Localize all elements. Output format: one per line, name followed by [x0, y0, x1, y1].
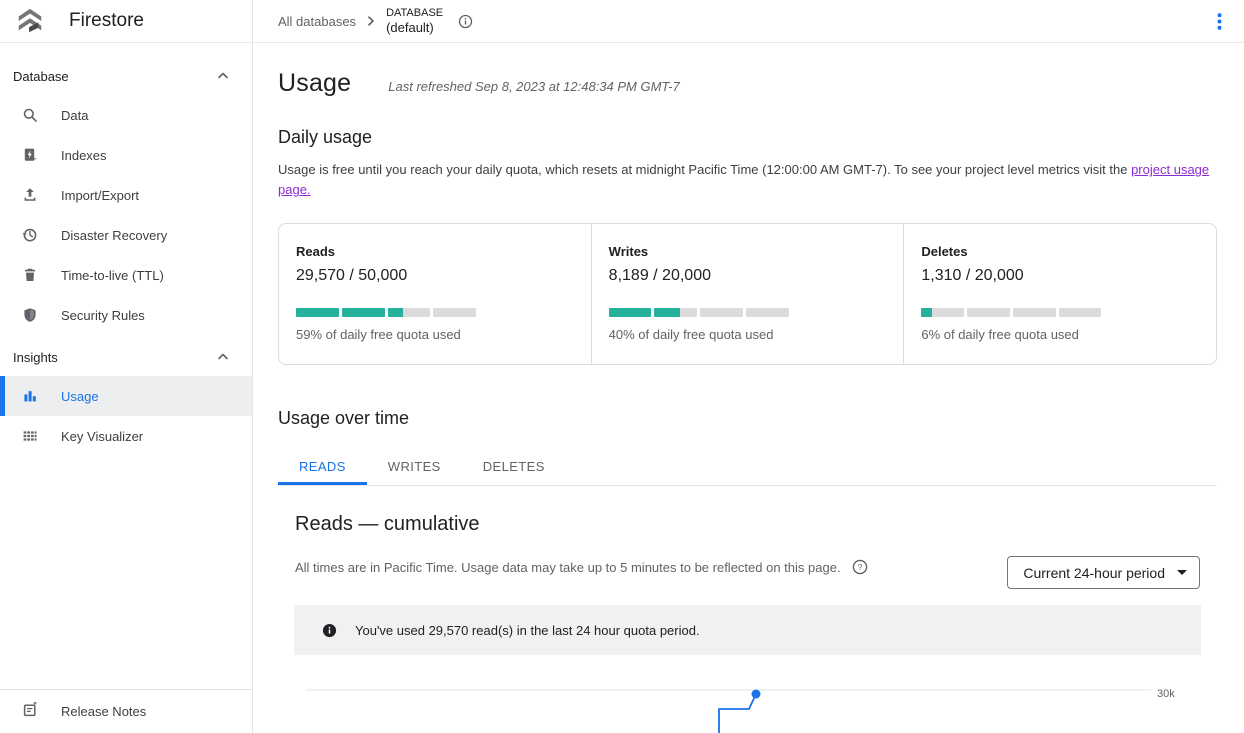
- quota-caption: 40% of daily free quota used: [609, 327, 888, 342]
- search-icon: [22, 107, 38, 123]
- quota-caption: 6% of daily free quota used: [921, 327, 1200, 342]
- usage-over-time-heading: Usage over time: [278, 408, 1217, 429]
- daily-usage-text: Usage is free until you reach your daily…: [278, 162, 1131, 177]
- sidebar-item-key-visualizer[interactable]: Key Visualizer: [0, 416, 252, 456]
- chart-title: Reads — cumulative: [295, 513, 1217, 536]
- sidebar-item-security-rules[interactable]: Security Rules: [0, 295, 252, 335]
- flash-document-icon: [22, 147, 38, 163]
- grid-icon: [22, 428, 38, 444]
- main-area: All databases DATABASE (default) Usage L…: [254, 0, 1244, 733]
- sidebar-item-label: Import/Export: [61, 188, 139, 203]
- firestore-logo-icon: [15, 6, 45, 36]
- sidebar-item-import-export[interactable]: Import/Export: [0, 175, 252, 215]
- sidebar-item-label: Key Visualizer: [61, 429, 143, 444]
- daily-usage-description: Usage is free until you reach your daily…: [278, 160, 1217, 200]
- dropdown-caret-icon: [1177, 570, 1187, 575]
- upload-icon: [22, 187, 38, 203]
- quota-col-writes: Writes 8,189 / 20,000 40% of daily free …: [591, 224, 904, 364]
- period-selector-dropdown[interactable]: Current 24-hour period: [1007, 556, 1200, 589]
- database-label: DATABASE: [386, 7, 443, 20]
- quota-col-reads: Reads 29,570 / 50,000 59% of daily free …: [279, 224, 591, 364]
- quota-col-deletes: Deletes 1,310 / 20,000 6% of daily free …: [903, 224, 1216, 364]
- breadcrumb-database[interactable]: DATABASE (default): [386, 7, 443, 36]
- daily-usage-heading: Daily usage: [278, 127, 1217, 148]
- sidebar-item-disaster-recovery[interactable]: Disaster Recovery: [0, 215, 252, 255]
- usage-tabs: READS WRITES DELETES: [278, 449, 1217, 486]
- section-label: Database: [13, 69, 69, 84]
- chevron-right-icon: [365, 15, 377, 27]
- sidebar: Firestore Database Data Indexes Import/: [0, 0, 253, 733]
- history-icon: [22, 227, 38, 243]
- help-icon[interactable]: ?: [852, 559, 868, 575]
- chevron-up-icon[interactable]: [216, 69, 230, 83]
- sidebar-item-data[interactable]: Data: [0, 95, 252, 135]
- info-filled-icon: [322, 623, 337, 638]
- reads-line: [719, 694, 756, 733]
- quota-value: 29,570 / 50,000: [296, 267, 575, 285]
- quota-progress-bar: [296, 308, 476, 317]
- quota-progress-bar: [609, 308, 789, 317]
- usage-page: Usage Last refreshed Sep 8, 2023 at 12:4…: [254, 69, 1217, 733]
- sidebar-item-label: Indexes: [61, 148, 107, 163]
- tab-reads[interactable]: READS: [278, 449, 367, 485]
- y-axis-label-30k: 30k: [1157, 688, 1175, 700]
- quota-value: 8,189 / 20,000: [609, 267, 888, 285]
- sidebar-item-label: Release Notes: [61, 704, 146, 719]
- sidebar-item-label: Security Rules: [61, 308, 145, 323]
- trash-icon: [22, 267, 38, 283]
- bar-chart-icon: [22, 388, 38, 404]
- shield-icon: [22, 307, 38, 323]
- period-selector-value: Current 24-hour period: [1023, 565, 1165, 581]
- reads-cumulative-chart: 30k: [278, 655, 1217, 733]
- sidebar-item-label: Usage: [61, 389, 99, 404]
- sidebar-item-usage[interactable]: Usage: [0, 376, 252, 416]
- tab-writes[interactable]: WRITES: [367, 449, 462, 485]
- banner-text: You've used 29,570 read(s) in the last 2…: [355, 623, 700, 638]
- sidebar-item-ttl[interactable]: Time-to-live (TTL): [0, 255, 252, 295]
- svg-text:?: ?: [857, 562, 862, 572]
- daily-quota-card: Reads 29,570 / 50,000 59% of daily free …: [278, 223, 1217, 365]
- last-refreshed-note: Last refreshed Sep 8, 2023 at 12:48:34 P…: [388, 79, 679, 94]
- sidebar-section-database[interactable]: Database: [0, 57, 252, 95]
- quota-title: Writes: [609, 244, 888, 259]
- time-note: All times are in Pacific Time. Usage dat…: [295, 560, 841, 575]
- breadcrumb-all-databases[interactable]: All databases: [278, 14, 356, 29]
- quota-progress-bar: [921, 308, 1101, 317]
- sidebar-item-label: Data: [61, 108, 88, 123]
- chevron-up-icon[interactable]: [216, 350, 230, 364]
- tab-deletes[interactable]: DELETES: [462, 449, 566, 485]
- current-value-dot[interactable]: [752, 690, 761, 699]
- sidebar-item-label: Disaster Recovery: [61, 228, 167, 243]
- reads-info-banner: You've used 29,570 read(s) in the last 2…: [294, 605, 1201, 655]
- sidebar-nav: Database Data Indexes Import/Export: [0, 43, 252, 456]
- quota-value: 1,310 / 20,000: [921, 267, 1200, 285]
- database-name: (default): [386, 20, 443, 36]
- quota-caption: 59% of daily free quota used: [296, 327, 575, 342]
- quota-title: Reads: [296, 244, 575, 259]
- app-header: Firestore: [0, 0, 252, 43]
- quota-title: Deletes: [921, 244, 1200, 259]
- sidebar-section-insights[interactable]: Insights: [0, 338, 252, 376]
- page-title: Usage: [278, 69, 351, 98]
- overflow-menu-icon[interactable]: [1205, 7, 1233, 35]
- sidebar-item-indexes[interactable]: Indexes: [0, 135, 252, 175]
- section-label: Insights: [13, 350, 58, 365]
- app-title: Firestore: [69, 10, 144, 32]
- release-notes-icon: [22, 702, 38, 721]
- sidebar-item-label: Time-to-live (TTL): [61, 268, 164, 283]
- sidebar-item-release-notes[interactable]: Release Notes: [0, 689, 252, 733]
- topbar: All databases DATABASE (default): [254, 0, 1244, 43]
- info-outline-icon[interactable]: [458, 14, 473, 29]
- reads-chart-section: Reads — cumulative All times are in Paci…: [278, 513, 1217, 733]
